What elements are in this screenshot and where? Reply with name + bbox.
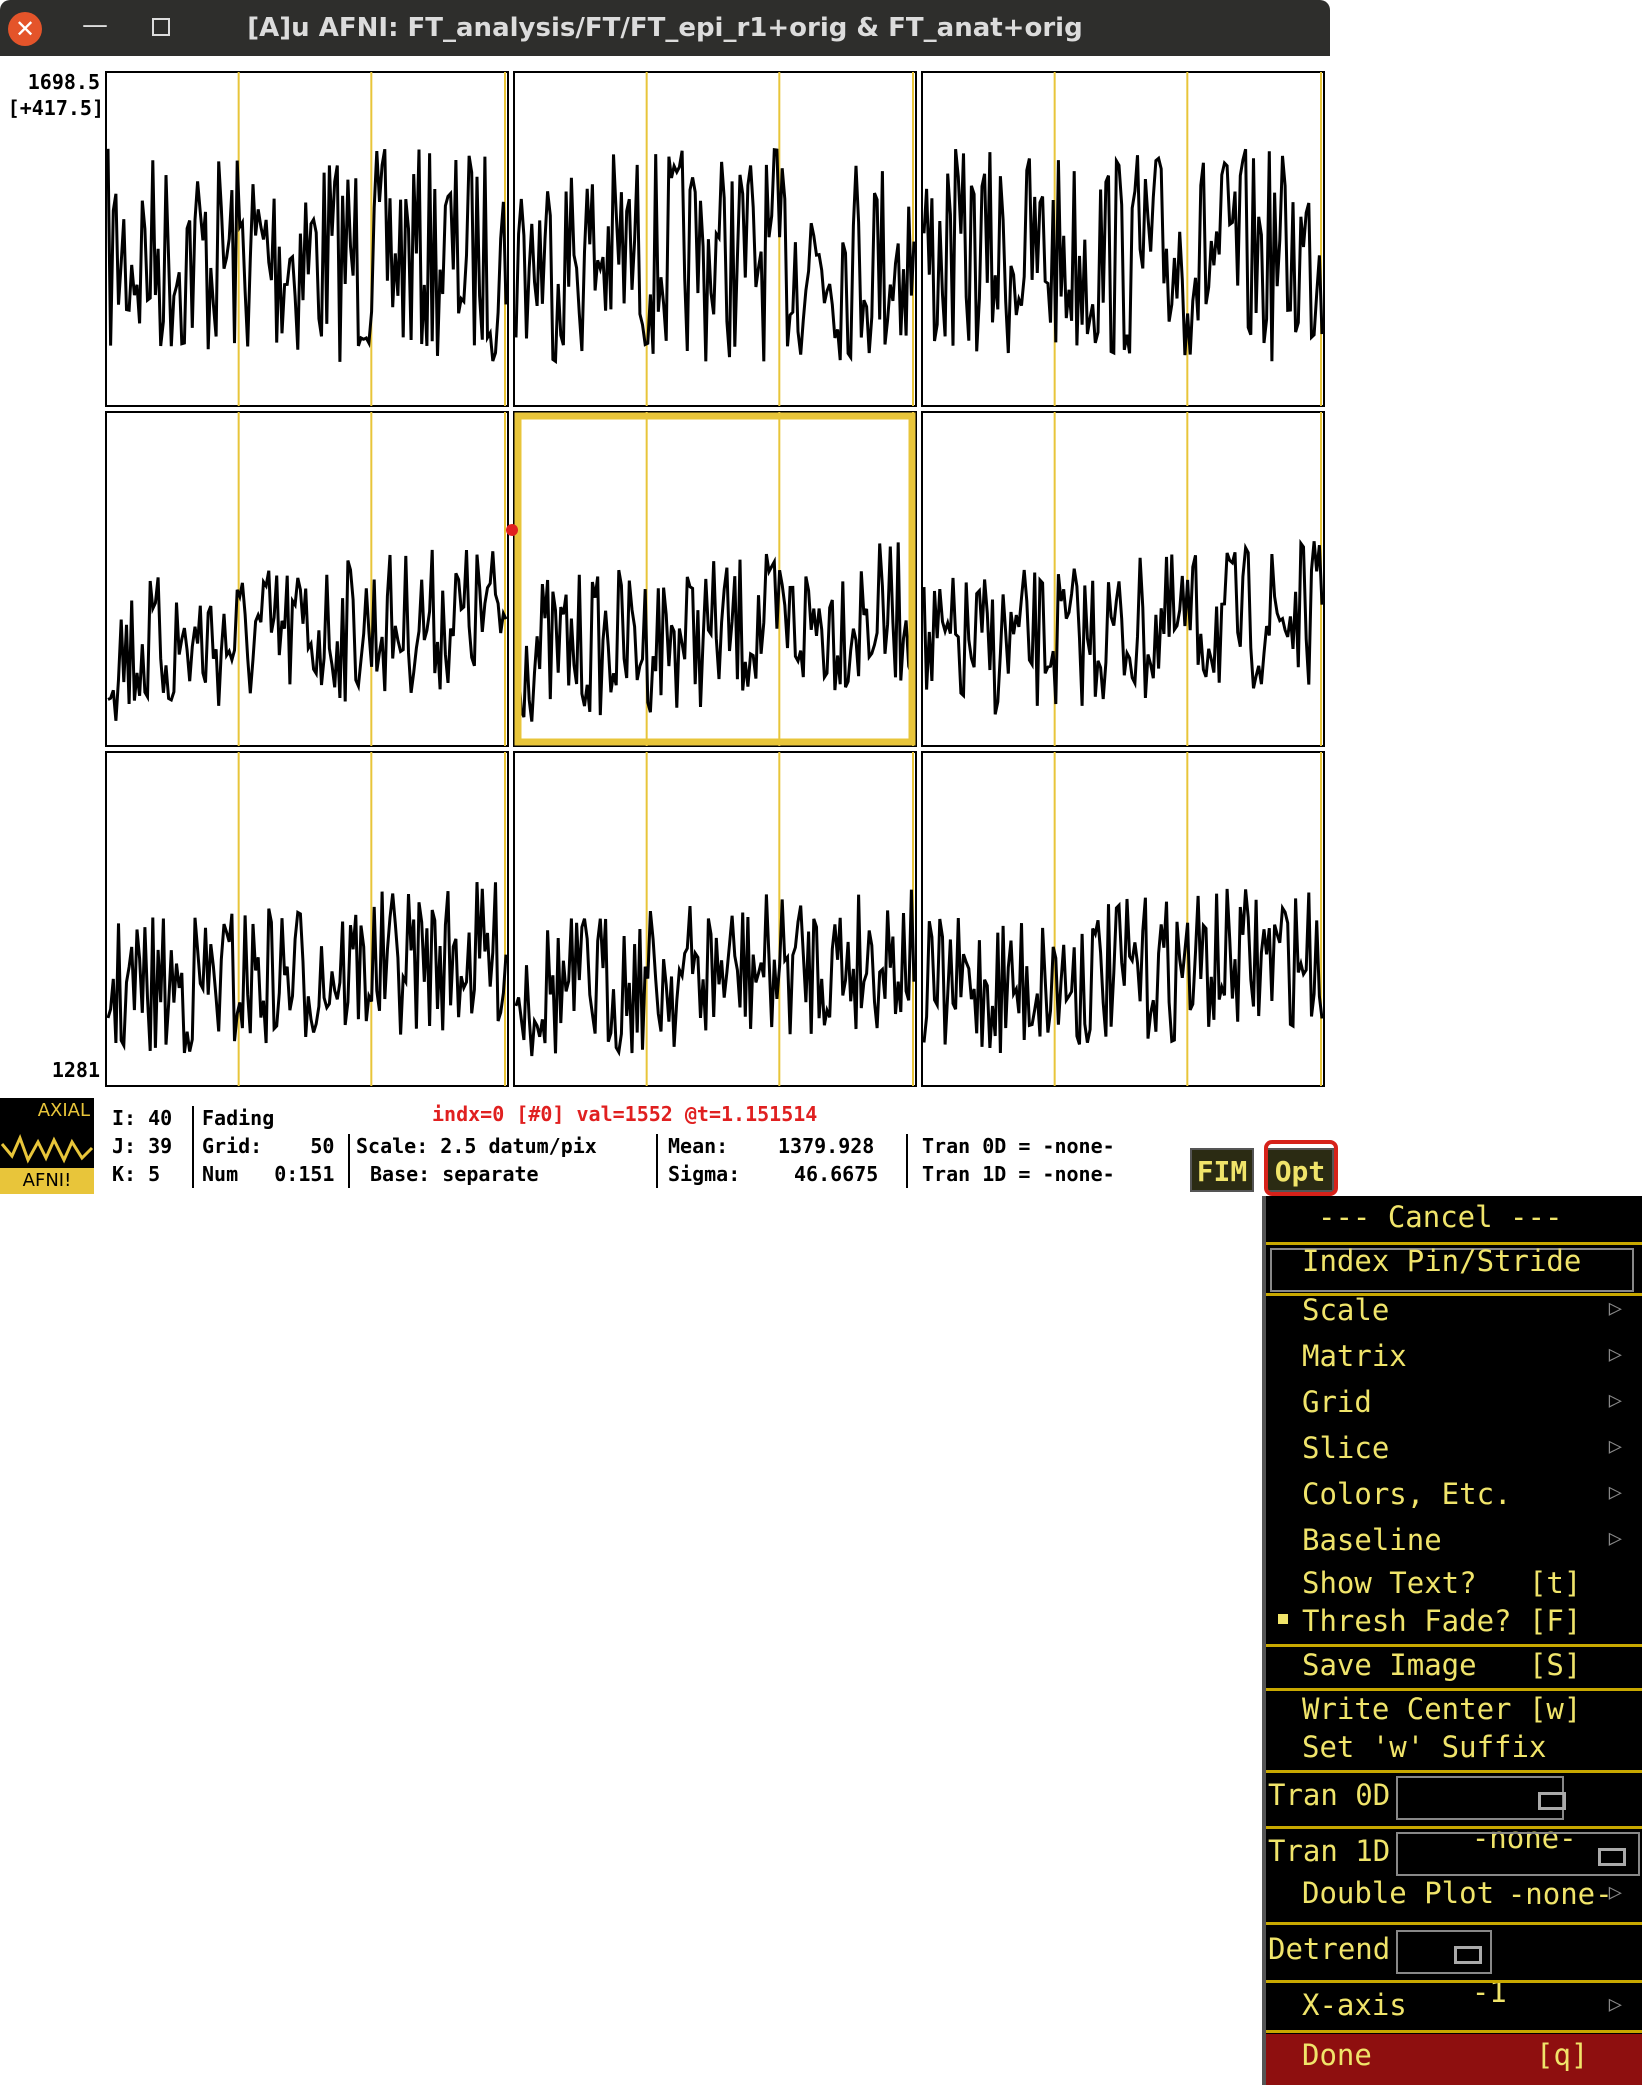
time-index-marker [506,524,518,536]
menu-index-pin-stride[interactable]: Index Pin/Stride [1302,1244,1581,1278]
menu-colors[interactable]: Colors, Etc. [1302,1477,1512,1511]
graph-cell[interactable] [105,411,509,747]
opt-menu: --- Cancel --- Index Pin/Stride Scale ▷ … [1262,1196,1642,2085]
submenu-arrow-icon: ▷ [1608,1388,1622,1413]
grid-label: Grid: 50 [202,1134,335,1158]
graph-cell[interactable] [921,411,1325,747]
tran1d-value: -none- [1507,1877,1613,1911]
menu-done[interactable]: Done [1302,2038,1372,2072]
tran0d-select[interactable]: -none- [1396,1776,1577,1855]
submenu-arrow-icon: ▷ [1608,1526,1622,1551]
close-icon[interactable]: ✕ [8,12,42,46]
tran1d-label: Tran 1D [1268,1834,1391,1868]
tran0d-label: Tran 0D [1268,1778,1391,1812]
submenu-arrow-icon: ▷ [1608,1480,1622,1505]
tran0d-label: Tran 0D = -none- [922,1134,1115,1158]
num-label: Num 0:151 [202,1162,335,1186]
menu-baseline[interactable]: Baseline [1302,1523,1442,1557]
menu-thresh-fade[interactable]: Thresh Fade? [F] [1302,1604,1581,1638]
menu-cancel[interactable]: --- Cancel --- [1318,1200,1562,1234]
menu-set-suffix[interactable]: Set 'w' Suffix [1302,1730,1546,1764]
index-value-line: indx=0 [#0] val=1552 @t=1.151514 [432,1102,818,1126]
thresh-fade-checkbox[interactable] [1278,1614,1288,1624]
graph-area[interactable]: 1698.5 [+417.5] 1281 [0,56,1330,1087]
voxel-i: I: 40 [112,1106,173,1130]
divider [906,1134,908,1188]
menu-separator [1266,1826,1642,1829]
voxel-k: K: 5 [112,1162,161,1186]
menu-scale[interactable]: Scale [1302,1293,1389,1327]
divider [192,1106,194,1188]
detrend-select[interactable]: -1 [1396,1930,1507,2009]
minimize-icon[interactable]: — [82,10,108,44]
mean-value: 1379.928 [778,1134,875,1158]
submenu-arrow-icon: ▷ [1608,1342,1622,1367]
menu-separator [1266,2030,1642,2033]
detrend-label: Detrend [1268,1932,1391,1966]
graph-cell[interactable] [513,751,917,1087]
logo-afni-text: AFNI! [0,1168,94,1194]
base-label: Base: separate [370,1162,539,1186]
divider [656,1134,658,1188]
menu-separator [1266,1770,1642,1773]
fim-button[interactable]: FIM [1190,1148,1254,1192]
afni-logo[interactable]: AXIAL AFNI! [0,1098,94,1194]
submenu-arrow-icon: ▷ [1608,1992,1622,2017]
submenu-arrow-icon: ▷ [1608,1880,1622,1905]
menu-done-key: [q] [1536,2038,1589,2072]
menu-separator [1266,1980,1642,1983]
menu-x-axis[interactable]: X-axis [1302,1988,1407,2022]
voxel-j: J: 39 [112,1134,173,1158]
info-bar: I: 40 J: 39 K: 5 Fading Grid: 50 Num 0:1… [0,1098,1330,1194]
dropdown-toggle-icon [1598,1848,1626,1866]
tran1d-label: Tran 1D = -none- [922,1162,1115,1186]
menu-matrix[interactable]: Matrix [1302,1339,1407,1373]
menu-write-center[interactable]: Write Center [w] [1302,1692,1581,1726]
menu-separator [1266,1644,1642,1647]
menu-slice[interactable]: Slice [1302,1431,1389,1465]
sigma-label: Sigma: [668,1162,741,1186]
opt-highlight-box [1264,1140,1338,1196]
menu-grid[interactable]: Grid [1302,1385,1372,1419]
menu-separator [1266,1688,1642,1691]
dropdown-toggle-icon [1454,1946,1482,1964]
maximize-icon[interactable] [152,18,170,36]
title-bar: [A]u AFNI: FT_analysis/FT/FT_epi_r1+orig… [0,0,1330,56]
graph-matrix[interactable] [0,56,1330,1096]
scale-label: Scale: 2.5 datum/pix [356,1134,597,1158]
divider [348,1134,350,1188]
window-title: [A]u AFNI: FT_analysis/FT/FT_epi_r1+orig… [247,13,1083,43]
submenu-arrow-icon: ▷ [1608,1434,1622,1459]
menu-double-plot[interactable]: Double Plot [1302,1876,1494,1910]
submenu-arrow-icon: ▷ [1608,1296,1622,1321]
sigma-value: 46.6675 [794,1162,879,1186]
menu-show-text[interactable]: Show Text? [t] [1302,1566,1581,1600]
menu-separator [1266,1922,1642,1925]
tran1d-select[interactable]: -none- [1396,1832,1640,1911]
menu-save-image[interactable]: Save Image [S] [1302,1648,1581,1682]
mean-label: Mean: [668,1134,729,1158]
fading-label: Fading [202,1106,275,1130]
dropdown-toggle-icon [1538,1792,1566,1810]
